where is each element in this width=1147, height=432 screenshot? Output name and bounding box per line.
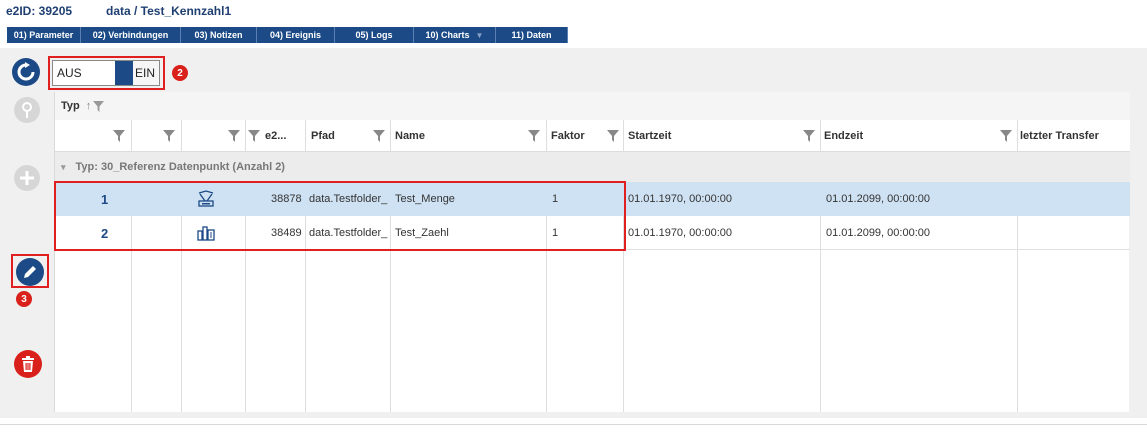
pencil-icon <box>24 266 36 278</box>
trash-icon <box>22 356 34 372</box>
cell-name: Test_Zaehl <box>395 227 449 239</box>
filter-icon[interactable] <box>93 100 105 112</box>
col-header-name[interactable]: Name <box>395 120 475 152</box>
divider <box>0 424 1147 425</box>
dropdown-caret-icon: ▼ <box>475 30 484 40</box>
column-label: Faktor <box>551 130 585 142</box>
tab-bar: 01) Parameter 02) Verbindungen 03) Notiz… <box>7 27 568 43</box>
sort-asc-icon[interactable]: ↑ <box>86 100 92 112</box>
tab-ereignis[interactable]: 04) Ereignis <box>257 27 335 43</box>
tab-parameter[interactable]: 01) Parameter <box>7 27 81 43</box>
location-pin-icon <box>22 102 32 118</box>
cell-endzeit: 01.01.2099, 00:00:00 <box>826 227 930 239</box>
tab-daten[interactable]: 11) Daten <box>496 27 568 43</box>
delete-button[interactable] <box>14 350 42 378</box>
tab-label: 10) Charts <box>425 30 470 40</box>
filter-icon[interactable] <box>607 130 619 142</box>
data-grid: Typ ↑ e2... Pfad Name Faktor Startzeit E… <box>54 92 1130 412</box>
cell-nr: 1 <box>101 191 109 207</box>
counter-icon <box>196 216 216 250</box>
filter-icon[interactable] <box>1000 130 1012 142</box>
tab-label: 03) Notizen <box>194 30 243 40</box>
cell-pfad: data.Testfolder_ <box>309 193 388 205</box>
object-id: e2ID: 39205 <box>6 4 73 18</box>
table-row[interactable]: 2 38489 data.Testfolder_ Test_Zaehl 1 01… <box>55 216 1130 250</box>
chevron-down-icon[interactable]: ▾ <box>61 162 66 173</box>
cell-e2id: 38489 <box>271 227 302 239</box>
filter-icon[interactable] <box>163 130 175 142</box>
object-path: data / Test_Kennzahl1 <box>106 4 232 18</box>
column-label: Endzeit <box>824 130 864 142</box>
cell-pfad: data.Testfolder_ <box>309 227 388 239</box>
plus-icon <box>20 171 34 185</box>
top-bar: e2ID: 39205 data / Test_Kennzahl1 <box>0 0 1147 22</box>
col-header-letzter-transfer[interactable]: letzter Transfer <box>1020 120 1130 152</box>
refresh-icon <box>17 62 35 81</box>
annotation-badge-3: 3 <box>16 291 32 307</box>
group-by-chip[interactable]: Typ <box>61 100 80 112</box>
cell-name: Test_Menge <box>395 193 455 205</box>
scale-icon <box>196 182 216 216</box>
add-button[interactable] <box>14 165 40 191</box>
annotation-badge-2: 2 <box>172 65 188 81</box>
tab-label: 01) Parameter <box>13 30 74 40</box>
group-by-bar: Typ ↑ <box>55 92 1130 120</box>
column-label: Startzeit <box>628 130 672 142</box>
group-row[interactable]: ▾ Typ: 30_Referenz Datenpunkt (Anzahl 2) <box>55 152 1130 182</box>
tab-notizen[interactable]: 03) Notizen <box>181 27 257 43</box>
cell-nr: 2 <box>101 225 109 241</box>
aus-ein-toggle[interactable]: AUS EIN <box>52 60 160 86</box>
tab-charts[interactable]: 10) Charts ▼ <box>414 27 496 43</box>
col-header-startzeit[interactable]: Startzeit <box>628 120 708 152</box>
table-row[interactable]: 1 38878 data.Testfolder_ Test_Menge 1 01… <box>55 182 1130 216</box>
column-label: e2... <box>265 130 287 142</box>
cell-faktor: 1 <box>552 193 559 205</box>
tab-label: 04) Ereignis <box>269 30 322 40</box>
group-row-label: Typ: 30_Referenz Datenpunkt (Anzahl 2) <box>75 161 285 173</box>
cell-startzeit: 01.01.1970, 00:00:00 <box>628 193 732 205</box>
filter-icon[interactable] <box>803 130 815 142</box>
tab-label: 02) Verbindungen <box>92 30 169 40</box>
col-header-e2id[interactable]: e2... <box>265 120 305 152</box>
grid-header: e2... Pfad Name Faktor Startzeit Endzeit… <box>55 120 1130 152</box>
refresh-button[interactable] <box>12 58 40 86</box>
col-header-faktor[interactable]: Faktor <box>551 120 601 152</box>
tab-verbindungen[interactable]: 02) Verbindungen <box>81 27 181 43</box>
cell-startzeit: 01.01.1970, 00:00:00 <box>628 227 732 239</box>
tab-label: 05) Logs <box>355 30 393 40</box>
filter-icon[interactable] <box>228 130 240 142</box>
cell-e2id: 38878 <box>271 193 302 205</box>
cell-faktor: 1 <box>552 227 559 239</box>
toggle-knob[interactable] <box>115 61 133 85</box>
filter-icon[interactable] <box>248 130 260 142</box>
column-label: Pfad <box>311 130 335 142</box>
filter-icon[interactable] <box>113 130 125 142</box>
filter-icon[interactable] <box>373 130 385 142</box>
column-label: Name <box>395 130 425 142</box>
toggle-on-label: EIN <box>133 61 159 85</box>
tab-label: 11) Daten <box>511 30 552 40</box>
column-label: letzter Transfer <box>1020 130 1099 142</box>
edit-button[interactable] <box>16 258 44 286</box>
tab-logs[interactable]: 05) Logs <box>335 27 414 43</box>
col-header-endzeit[interactable]: Endzeit <box>824 120 904 152</box>
cell-endzeit: 01.01.2099, 00:00:00 <box>826 193 930 205</box>
toggle-off-label: AUS <box>53 61 115 85</box>
col-header-pfad[interactable]: Pfad <box>311 120 371 152</box>
location-button[interactable] <box>14 97 40 123</box>
filter-icon[interactable] <box>528 130 540 142</box>
